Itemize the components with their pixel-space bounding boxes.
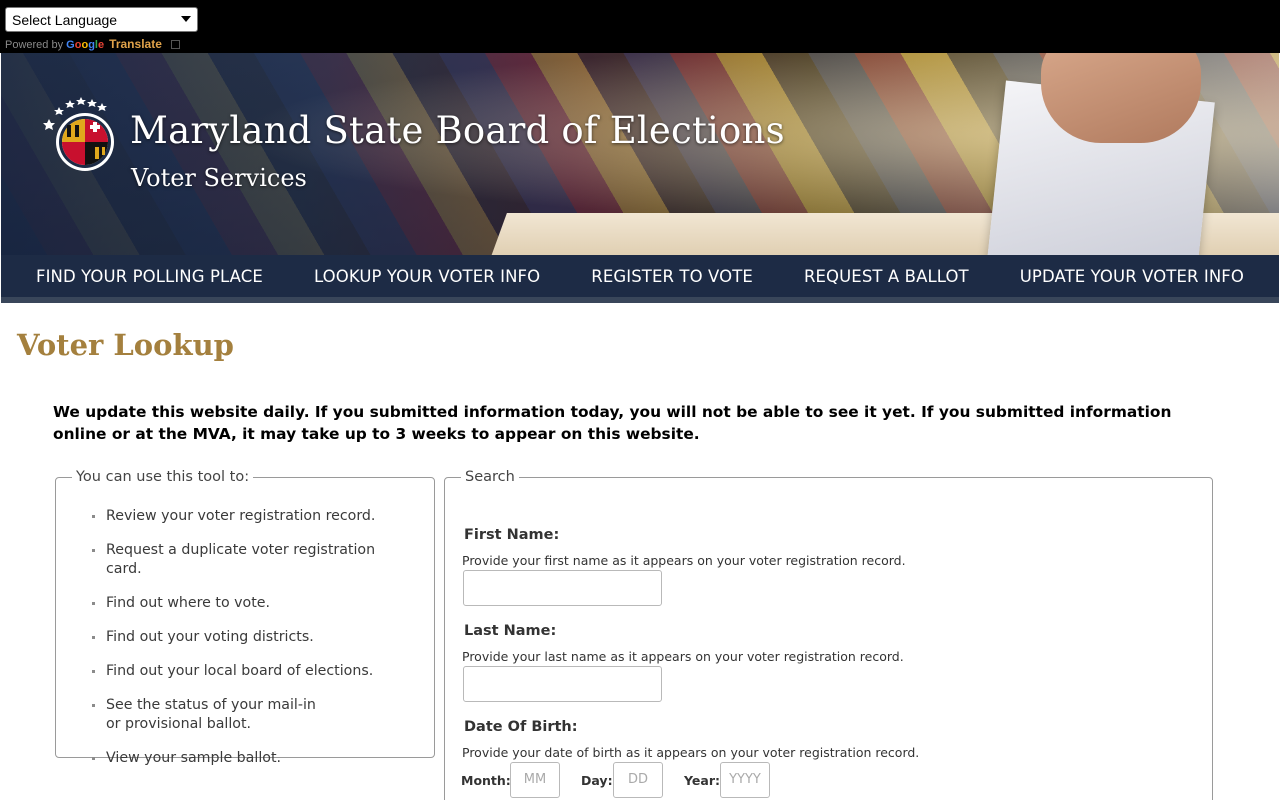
year-field[interactable]: YYYY	[720, 762, 770, 798]
google-translate-bar: Select Language Powered by Google Transl…	[0, 0, 1280, 53]
language-select-value: Select Language	[12, 12, 118, 28]
last-name-label: Last Name:	[464, 623, 557, 639]
list-item: Find out where to vote.	[92, 594, 412, 613]
site-subtitle: Voter Services	[131, 164, 307, 192]
nav-find-polling-place[interactable]: FIND YOUR POLLING PLACE	[36, 267, 263, 286]
list-item: See the status of your mail-in or provis…	[92, 696, 322, 734]
header-banner: Maryland State Board of Elections Voter …	[1, 53, 1279, 255]
powered-by-google-translate: Powered by Google Translate	[5, 37, 180, 51]
maryland-seal-logo	[43, 97, 114, 171]
dob-label: Date Of Birth:	[464, 719, 578, 735]
list-item: Request a duplicate voter registration c…	[92, 541, 412, 579]
powered-by-label: Powered by	[5, 39, 64, 51]
month-label: Month:	[461, 773, 511, 788]
language-select[interactable]: Select Language	[5, 7, 198, 32]
tool-uses-panel: You can use this tool to: Review your vo…	[55, 469, 435, 766]
chevron-down-icon	[181, 16, 191, 22]
page-title: Voter Lookup	[17, 328, 234, 362]
day-field[interactable]: DD	[613, 762, 663, 798]
nav-register-to-vote[interactable]: REGISTER TO VOTE	[591, 267, 753, 286]
last-name-help: Provide your last name as it appears on …	[462, 649, 904, 664]
list-item: Review your voter registration record.	[92, 507, 412, 526]
list-item: Find out your voting districts.	[92, 628, 412, 647]
first-name-label: First Name:	[464, 527, 560, 543]
dob-help: Provide your date of birth as it appears…	[462, 745, 920, 760]
search-legend: Search	[465, 469, 515, 485]
list-item: View your sample ballot.	[92, 749, 412, 768]
external-link-icon	[170, 40, 180, 49]
site-title: Maryland State Board of Elections	[130, 109, 785, 152]
update-notice: We update this website daily. If you sub…	[53, 403, 1172, 443]
first-name-help: Provide your first name as it appears on…	[462, 553, 906, 568]
hand-image	[1041, 53, 1201, 143]
last-name-field[interactable]	[463, 666, 662, 702]
tool-uses-list: Review your voter registration record. R…	[92, 507, 412, 783]
main-nav: FIND YOUR POLLING PLACE LOOKUP YOUR VOTE…	[1, 255, 1279, 303]
nav-lookup-voter-info[interactable]: LOOKUP YOUR VOTER INFO	[314, 267, 540, 286]
month-field[interactable]: MM	[510, 762, 560, 798]
list-item: Find out your local board of elections.	[92, 662, 412, 681]
translate-link[interactable]: Translate	[109, 37, 162, 51]
nav-update-voter-info[interactable]: UPDATE YOUR VOTER INFO	[1020, 267, 1244, 286]
day-label: Day:	[581, 773, 613, 788]
first-name-field[interactable]	[463, 570, 662, 606]
google-logo: Google	[66, 39, 105, 51]
tool-uses-legend: You can use this tool to:	[76, 469, 250, 485]
nav-request-ballot[interactable]: REQUEST A BALLOT	[804, 267, 969, 286]
year-label: Year:	[684, 773, 720, 788]
